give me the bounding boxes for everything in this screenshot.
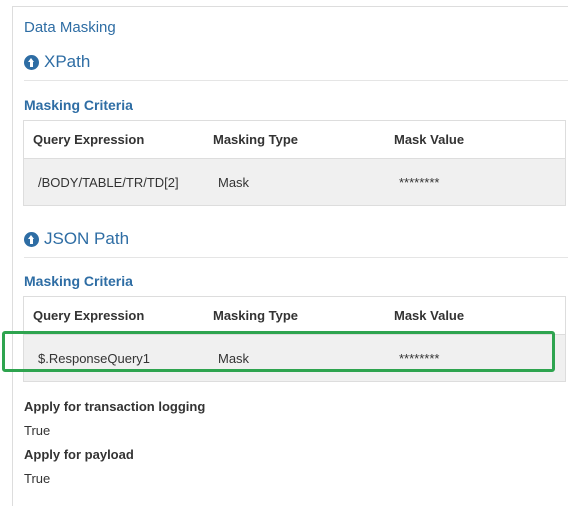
page-title: Data Masking (24, 19, 116, 36)
transaction-logging-label: Apply for transaction logging (24, 399, 206, 414)
data-masking-panel (12, 6, 568, 506)
mask-value-cell: ******** (399, 174, 440, 190)
transaction-logging-value: True (24, 423, 51, 438)
column-header: Query Expression (33, 132, 145, 147)
column-header: Query Expression (33, 308, 145, 323)
column-header: Mask Value (394, 132, 465, 147)
xpath-criteria-label: Masking Criteria (24, 97, 133, 113)
payload-value: True (24, 471, 51, 486)
highlight-box (2, 331, 555, 372)
json-path-heading: JSON Path (44, 229, 130, 248)
column-header: Mask Value (394, 308, 465, 323)
xpath-criteria-table: Query Expression Masking Type Mask Value… (23, 120, 566, 206)
table-header: Query Expression Masking Type Mask Value (24, 297, 565, 335)
xpath-section-toggle[interactable]: XPath (24, 52, 90, 72)
arrow-up-circle-icon (24, 54, 39, 70)
table-row[interactable]: /BODY/TABLE/TR/TD[2] Mask ******** (24, 159, 565, 205)
divider (24, 80, 568, 81)
json-path-section-toggle[interactable]: JSON Path (24, 229, 129, 249)
json-path-criteria-label: Masking Criteria (24, 273, 133, 289)
arrow-up-circle-icon (24, 231, 39, 247)
column-header: Masking Type (213, 308, 299, 323)
column-header: Masking Type (213, 132, 299, 147)
payload-label: Apply for payload (24, 447, 134, 462)
divider (24, 257, 568, 258)
query-expression-cell: /BODY/TABLE/TR/TD[2] (38, 174, 179, 190)
table-header: Query Expression Masking Type Mask Value (24, 121, 565, 159)
xpath-heading: XPath (44, 52, 91, 71)
masking-type-cell: Mask (218, 174, 250, 190)
